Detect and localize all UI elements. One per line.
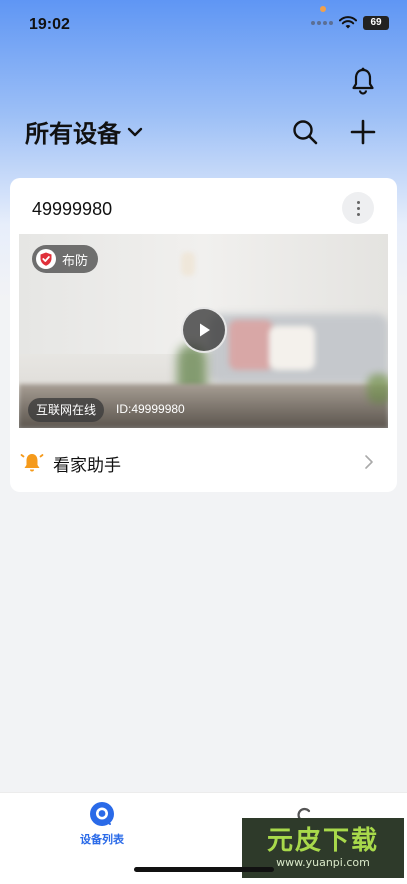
status-icons: 69 bbox=[311, 16, 389, 30]
play-icon bbox=[200, 323, 210, 337]
bell-icon bbox=[352, 67, 374, 95]
camera-tab-icon bbox=[90, 802, 114, 826]
page-title: 所有设备 bbox=[25, 120, 121, 148]
more-options-button[interactable] bbox=[342, 192, 374, 224]
online-status-badge: 互联网在线 bbox=[28, 398, 105, 422]
armed-status-badge[interactable]: 布防 bbox=[32, 245, 99, 273]
plus-icon bbox=[350, 119, 376, 145]
watermark-url: www.yuanpi.com bbox=[276, 856, 370, 869]
wifi-icon bbox=[339, 16, 357, 29]
notification-bell-button[interactable] bbox=[349, 66, 377, 96]
add-device-button[interactable] bbox=[348, 117, 378, 147]
more-dots-icon bbox=[356, 200, 360, 204]
armed-status-label: 布防 bbox=[62, 253, 89, 269]
tab-device-list[interactable]: 设备列表 bbox=[68, 801, 136, 861]
home-indicator bbox=[134, 867, 274, 872]
device-group-selector[interactable]: 所有设备 bbox=[25, 114, 143, 149]
chevron-right-icon bbox=[365, 455, 373, 469]
status-time: 19:02 bbox=[29, 16, 70, 33]
status-bar: 19:02 69 bbox=[0, 0, 407, 52]
chevron-down-icon bbox=[127, 127, 143, 136]
search-icon bbox=[293, 120, 318, 145]
cellular-signal-icon bbox=[311, 21, 333, 25]
tab-device-list-label: 设备列表 bbox=[80, 833, 124, 846]
device-name: 49999980 bbox=[32, 199, 113, 219]
camera-preview[interactable]: 布防 互联网在线 ID:49999980 bbox=[19, 234, 388, 428]
home-assistant-row[interactable]: 看家助手 bbox=[10, 438, 397, 486]
home-assistant-label: 看家助手 bbox=[53, 456, 121, 476]
privacy-indicator-dot bbox=[320, 6, 326, 12]
device-card[interactable]: 49999980 布防 互联网在线 ID:49999980 看家助手 bbox=[10, 178, 397, 492]
battery-indicator: 69 bbox=[363, 16, 389, 30]
search-button[interactable] bbox=[290, 117, 320, 147]
watermark-brand: 元皮下载 bbox=[266, 826, 379, 856]
device-id-label: ID:49999980 bbox=[116, 402, 185, 416]
alarm-bell-icon bbox=[20, 454, 44, 472]
shield-check-icon bbox=[36, 249, 56, 269]
play-button[interactable] bbox=[181, 307, 227, 353]
